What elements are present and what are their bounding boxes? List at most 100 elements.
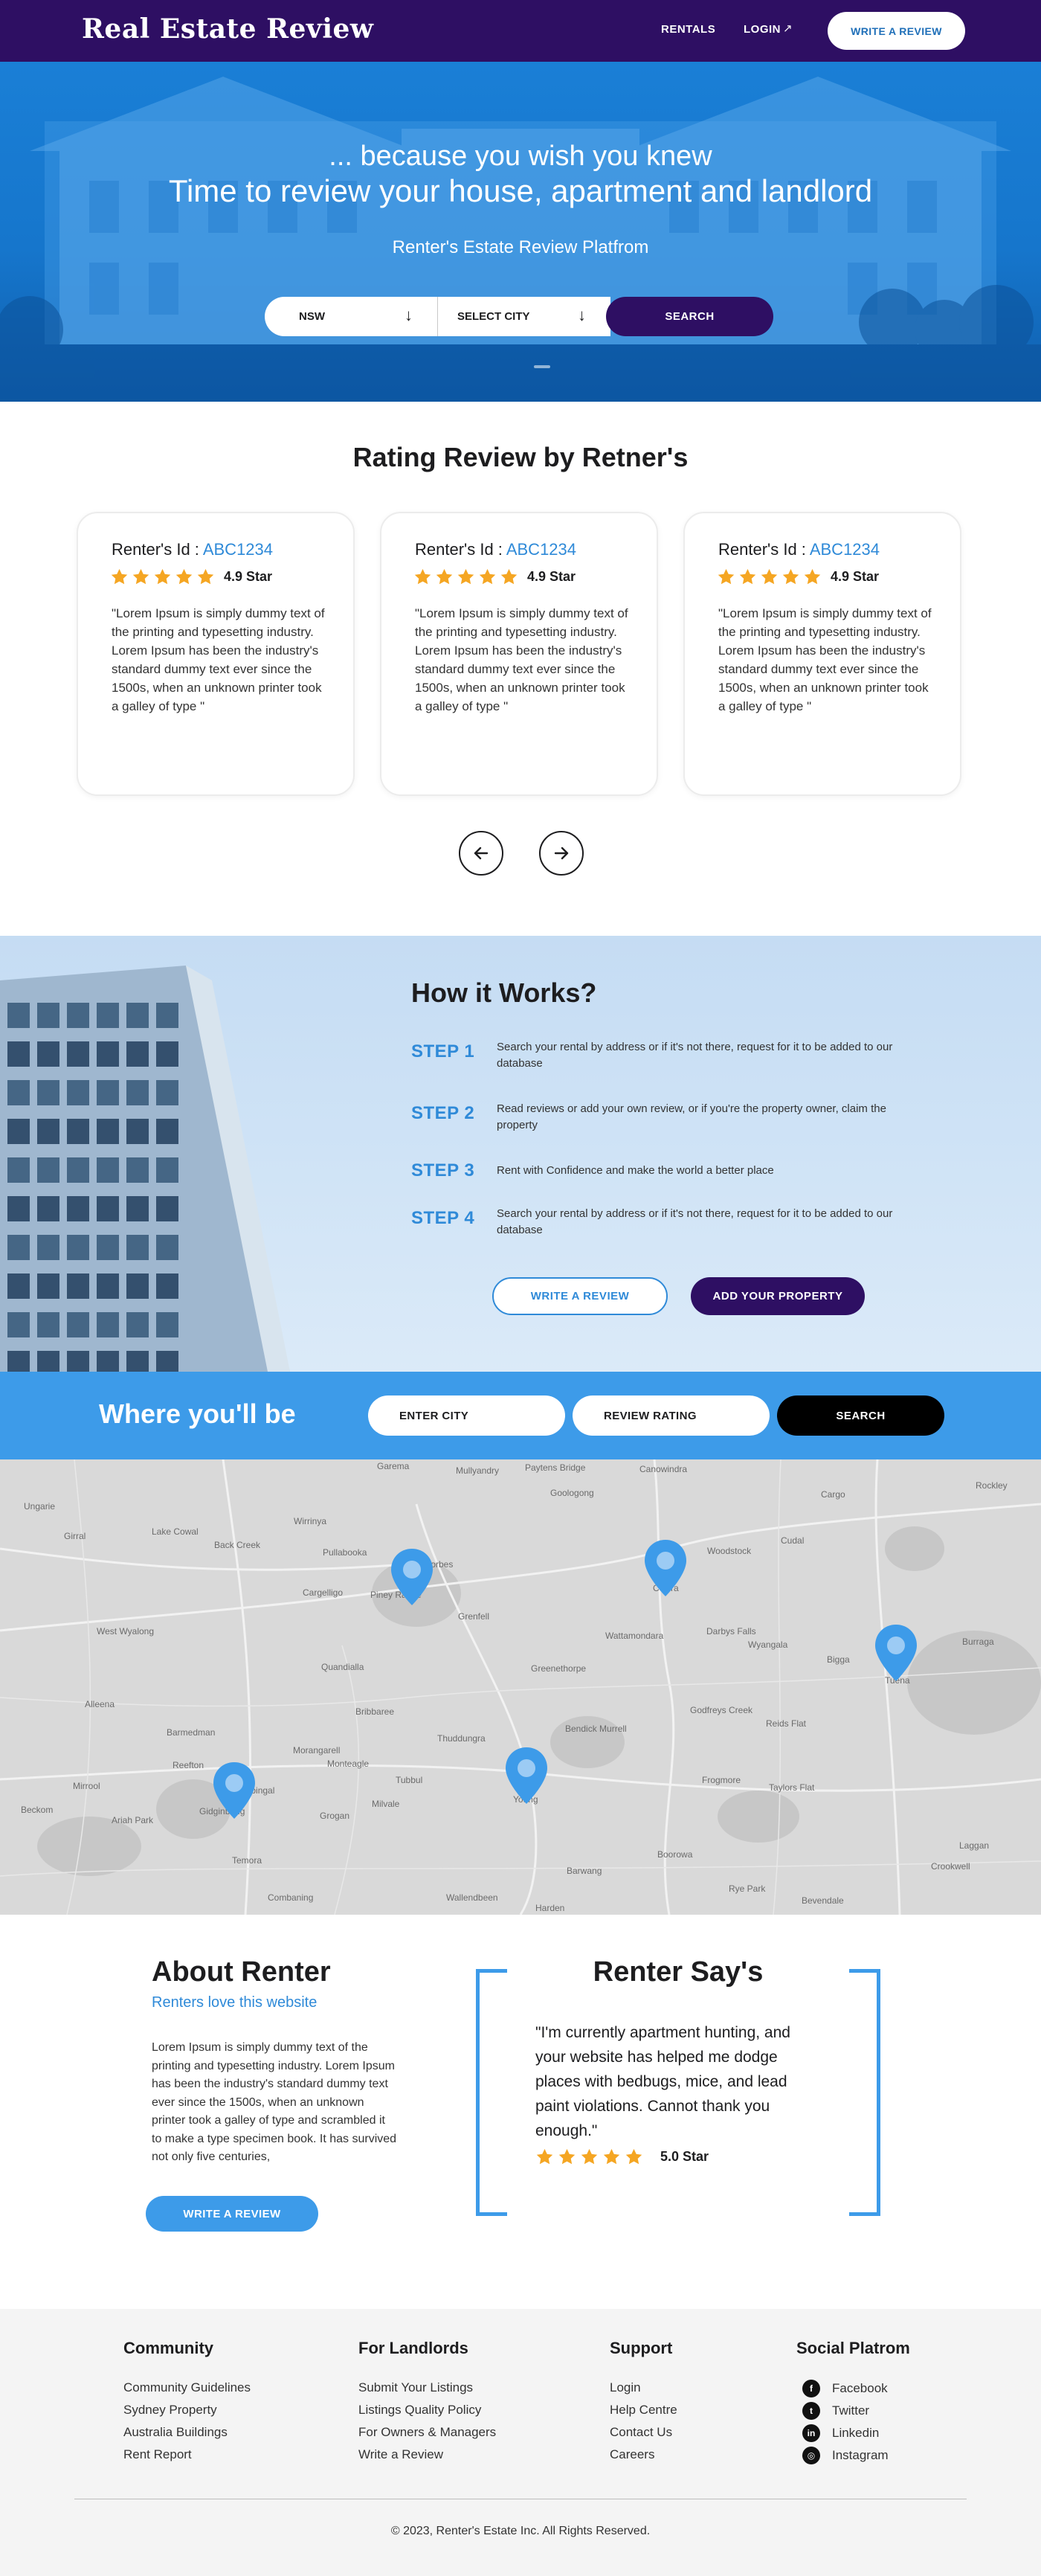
renter-id-value[interactable]: ABC1234 bbox=[203, 540, 273, 559]
building-window bbox=[97, 1080, 119, 1105]
write-review-button[interactable]: WRITE A REVIEW bbox=[492, 1277, 668, 1315]
map-place-label: Godfreys Creek bbox=[690, 1705, 753, 1715]
reviews-prev-button[interactable] bbox=[459, 831, 503, 876]
map-place-label: Ariah Park bbox=[112, 1815, 154, 1825]
map-pin-icon[interactable] bbox=[504, 1746, 549, 1805]
map-place-label: Combaning bbox=[268, 1892, 314, 1903]
building-window bbox=[97, 1235, 119, 1260]
star-icon bbox=[479, 568, 496, 584]
map-pin-icon[interactable] bbox=[874, 1623, 918, 1683]
about-write-review-button[interactable]: WRITE A REVIEW bbox=[146, 2196, 318, 2232]
map-pin-icon[interactable] bbox=[390, 1547, 434, 1607]
renter-id-value[interactable]: ABC1234 bbox=[810, 540, 880, 559]
site-logo[interactable]: Real Estate Review bbox=[82, 13, 373, 45]
footer-link[interactable]: Sydney Property bbox=[123, 2403, 217, 2418]
hero-search-bar: NSW ↓ SELECT CITY ↓ SEARCH bbox=[265, 297, 773, 336]
city-select[interactable]: SELECT CITY ↓ bbox=[438, 297, 610, 336]
copyright-text: © 2023, Renter's Estate Inc. All Rights … bbox=[390, 2525, 651, 2537]
map-place-label: Lake Cowal bbox=[152, 1526, 199, 1537]
state-select[interactable]: NSW ↓ bbox=[265, 297, 437, 336]
building-window bbox=[67, 1041, 89, 1067]
map-place-label: Reefton bbox=[173, 1760, 204, 1770]
map-place-label: Girral bbox=[64, 1531, 86, 1541]
review-card: Renter's Id : ABC1234 4.9 Star "Lorem Ip… bbox=[77, 512, 355, 796]
map-place-label: Bigga bbox=[827, 1654, 850, 1665]
building-window bbox=[97, 1157, 119, 1183]
footer-link[interactable]: Login bbox=[610, 2380, 641, 2395]
footer-link[interactable]: Help Centre bbox=[610, 2403, 677, 2418]
footer-link[interactable]: Listings Quality Policy bbox=[358, 2403, 481, 2418]
star-rating: 4.9 Star bbox=[717, 567, 879, 586]
city-select-value: SELECT CITY bbox=[457, 310, 530, 323]
footer-link[interactable]: Contact Us bbox=[610, 2425, 672, 2440]
building-window bbox=[67, 1157, 89, 1183]
building-window bbox=[37, 1080, 59, 1105]
footer-link[interactable]: Australia Buildings bbox=[123, 2425, 228, 2440]
nav-login-link[interactable]: LOGIN bbox=[744, 23, 781, 36]
footer-social-instagram[interactable]: ◎ Instagram bbox=[802, 2447, 889, 2464]
arrow-down-icon: ↓ bbox=[405, 306, 413, 324]
building-window bbox=[156, 1312, 178, 1337]
location-search-button[interactable]: SEARCH bbox=[777, 1395, 944, 1436]
building-window bbox=[97, 1196, 119, 1221]
building-window bbox=[156, 1196, 178, 1221]
map-place-label: Garema bbox=[377, 1461, 410, 1471]
testimonial-quote: "I'm currently apartment hunting, and yo… bbox=[535, 2024, 790, 2139]
nav-rentals-link[interactable]: RENTALS bbox=[661, 23, 715, 36]
building-window bbox=[7, 1273, 30, 1299]
map-place-label: Pullabooka bbox=[323, 1547, 367, 1558]
map-pin-icon[interactable] bbox=[212, 1761, 257, 1820]
footer-link[interactable]: Community Guidelines bbox=[123, 2380, 251, 2395]
renter-id: Renter's Id : ABC1234 bbox=[415, 540, 576, 559]
building-illustration bbox=[0, 966, 290, 1372]
building-window bbox=[126, 1041, 149, 1067]
building-window bbox=[156, 1157, 178, 1183]
map-place-label: Wyangala bbox=[748, 1639, 788, 1650]
add-property-button[interactable]: ADD YOUR PROPERTY bbox=[691, 1277, 865, 1315]
review-text: "Lorem Ipsum is simply dummy text of the… bbox=[718, 606, 932, 713]
rating-text: 4.9 Star bbox=[527, 568, 576, 584]
hero-tagline: ... because you wish you knew bbox=[329, 141, 712, 172]
building-window bbox=[37, 1273, 59, 1299]
map-pin-icon[interactable] bbox=[643, 1538, 688, 1598]
building-window bbox=[7, 1119, 30, 1144]
map-place-label: Barmedman bbox=[167, 1727, 216, 1738]
building-window bbox=[67, 1273, 89, 1299]
nav-write-review-button[interactable]: WRITE A REVIEW bbox=[828, 12, 965, 50]
footer-link[interactable]: Submit Your Listings bbox=[358, 2380, 473, 2395]
map-place-label: Reids Flat bbox=[766, 1718, 807, 1729]
city-input[interactable]: ENTER CITY bbox=[368, 1395, 565, 1436]
building-window bbox=[126, 1080, 149, 1105]
renter-id-value[interactable]: ABC1234 bbox=[506, 540, 576, 559]
building-window bbox=[67, 1003, 89, 1028]
star-icon bbox=[175, 568, 193, 584]
building-window bbox=[37, 1196, 59, 1221]
footer-link[interactable]: For Owners & Managers bbox=[358, 2425, 496, 2440]
carousel-indicator[interactable] bbox=[534, 365, 550, 368]
hero-house-illustration bbox=[0, 77, 1041, 402]
state-select-value: NSW bbox=[299, 310, 325, 323]
hero-search-button[interactable]: SEARCH bbox=[606, 297, 773, 336]
building-window bbox=[156, 1235, 178, 1260]
map-place-label: Laggan bbox=[959, 1840, 990, 1851]
building-window bbox=[37, 1235, 59, 1260]
footer-link[interactable]: Rent Report bbox=[123, 2447, 192, 2462]
building-window bbox=[37, 1157, 59, 1183]
map-view[interactable]: Garema Mullyandry Paytens Bridge Canowin… bbox=[0, 1459, 1041, 1915]
step-4-text: Search your rental by address or if it's… bbox=[497, 1207, 893, 1236]
reviews-next-button[interactable] bbox=[539, 831, 584, 876]
building-window bbox=[126, 1351, 149, 1372]
footer-link[interactable]: Careers bbox=[610, 2447, 654, 2462]
review-rating-input[interactable]: REVIEW RATING bbox=[573, 1395, 770, 1436]
footer-social-twitter[interactable]: t Twitter bbox=[802, 2402, 869, 2420]
renter-id-label: Renter's Id : bbox=[112, 540, 203, 559]
map-place-label: Alleena bbox=[85, 1699, 115, 1709]
instagram-icon: ◎ bbox=[802, 2447, 820, 2464]
footer-social-facebook[interactable]: f Facebook bbox=[802, 2380, 888, 2397]
star-icon bbox=[782, 568, 799, 584]
footer-social-linkedin[interactable]: in Linkedin bbox=[802, 2424, 879, 2442]
map-place-label: Harden bbox=[535, 1903, 565, 1913]
star-icon bbox=[197, 568, 214, 584]
map-place-label: Back Creek bbox=[214, 1540, 261, 1550]
footer-link[interactable]: Write a Review bbox=[358, 2447, 443, 2462]
